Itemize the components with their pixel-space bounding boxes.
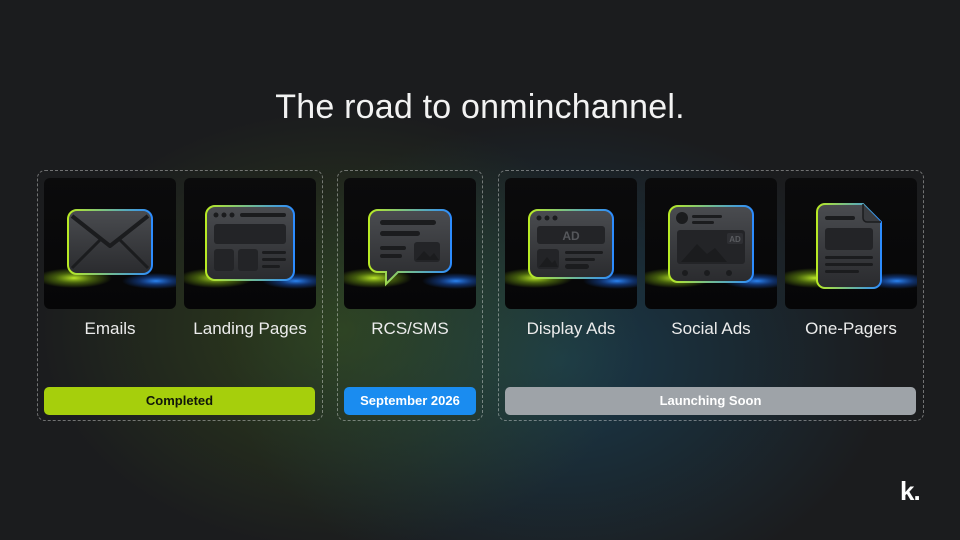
label-rcs-sms: RCS/SMS [371, 319, 449, 338]
ad-text: AD [562, 229, 580, 243]
card-one-pagers [785, 178, 917, 309]
page-title: The road to onminchannel. [275, 88, 685, 126]
status-badge-completed: Completed [44, 387, 315, 415]
card-social-ads: AD [645, 178, 777, 309]
status-badge-september: September 2026 [344, 387, 476, 415]
roadmap-group-completed: Emails Landing Pages Completed [37, 170, 323, 421]
social-ad-icon: AD [645, 205, 777, 289]
brand-logo: k. [900, 476, 921, 506]
label-one-pagers: One-Pagers [805, 319, 897, 338]
card-emails [44, 178, 176, 309]
envelope-icon [44, 209, 176, 289]
card-display-ads: AD [505, 178, 637, 309]
card-landing-pages [184, 178, 316, 309]
document-icon [785, 203, 917, 289]
chat-bubble-icon [344, 209, 476, 289]
ad-text: AD [729, 235, 741, 244]
label-display-ads: Display Ads [526, 319, 616, 338]
roadmap-group-launching-soon: AD Display Ads AD Social Ads One-Pagers … [498, 170, 924, 421]
label-landing-pages: Landing Pages [193, 319, 307, 338]
card-rcs-sms [344, 178, 476, 309]
roadmap-group-september: RCS/SMS September 2026 [337, 170, 483, 421]
display-ad-icon: AD [505, 209, 637, 289]
status-badge-launching-soon: Launching Soon [505, 387, 916, 415]
label-social-ads: Social Ads [671, 319, 751, 338]
label-emails: Emails [84, 319, 136, 338]
landing-page-icon [184, 205, 316, 289]
